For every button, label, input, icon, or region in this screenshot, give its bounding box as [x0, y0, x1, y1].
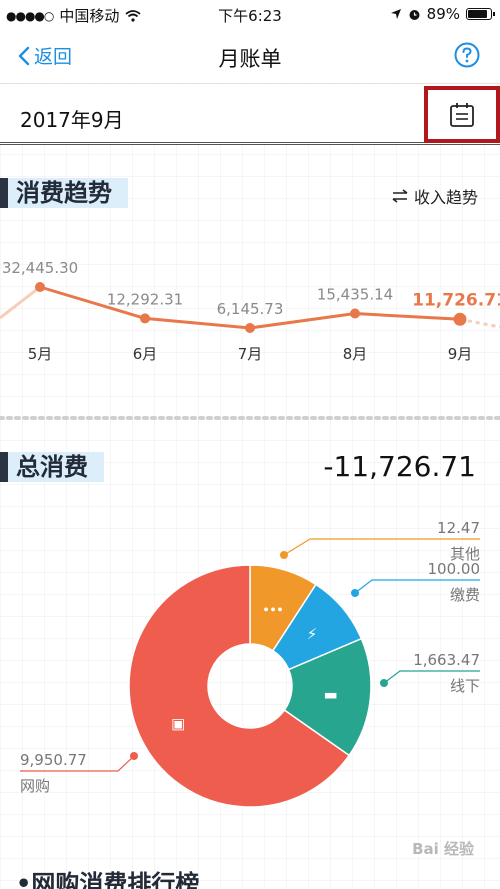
page-title: 月账单 — [218, 47, 282, 71]
battery-percent: 89% — [426, 5, 460, 23]
slice-value-label: 12.47 — [437, 519, 480, 537]
nav-bar: 返回 月账单 — [0, 30, 500, 84]
slice-name-label: 网购 — [20, 777, 50, 795]
section-marker — [0, 452, 8, 482]
ranking-section-title: •网购消费排行榜 — [16, 864, 199, 889]
trend-section-title: 消费趋势 — [8, 178, 128, 208]
total-section-header: 总消费 — [0, 452, 104, 482]
trend-point — [453, 312, 467, 326]
trend-point — [35, 282, 45, 292]
slice-value-label: 9,950.77 — [20, 751, 87, 769]
trend-point — [350, 308, 360, 319]
month-label: 2017年9月 — [20, 108, 124, 132]
slice-value-label: 1,663.47 — [413, 651, 480, 669]
shopping-bag-icon-glyph: ▣ — [171, 714, 185, 732]
month-selector: 2017年9月 — [0, 85, 500, 145]
trend-value-label: 15,435.14 — [317, 286, 393, 304]
trend-value-label: 12,292.31 — [107, 290, 183, 308]
watermark: Bai 经验 — [412, 840, 474, 858]
water-drop-bolt-icon-glyph: ⚡ — [307, 625, 318, 643]
help-button[interactable] — [454, 42, 480, 72]
calendar-button[interactable] — [424, 86, 500, 143]
callout-dot — [351, 589, 359, 597]
trend-category-label: 8月 — [343, 345, 368, 363]
trend-category-label: 7月 — [238, 345, 263, 363]
status-bar: ●●●●○ 中国移动 下午6:23 89% — [0, 0, 500, 30]
calendar-icon — [450, 102, 474, 127]
swap-arrows-icon — [392, 189, 408, 203]
slice-name-label: 缴费 — [450, 586, 480, 604]
total-section-title: 总消费 — [8, 452, 104, 482]
callout-dot — [380, 679, 388, 687]
trend-category-label: 6月 — [133, 345, 158, 363]
more-dots-icon-glyph: ••• — [262, 603, 283, 616]
slice-value-label: 100.00 — [428, 560, 481, 578]
section-marker — [0, 178, 8, 208]
battery-icon — [466, 8, 495, 20]
storefront-icon-glyph: ▬ — [323, 685, 337, 703]
trend-point — [140, 313, 150, 324]
location-arrow-icon — [390, 9, 401, 19]
trend-category-label: 5月 — [28, 345, 53, 363]
total-amount: -11,726.71 — [323, 450, 476, 483]
question-circle-icon — [454, 42, 480, 68]
callout-dot — [130, 752, 138, 760]
trend-fade-left — [0, 285, 41, 320]
trend-section-header: 消费趋势 — [0, 178, 128, 208]
trend-line-chart: 32,445.30 5月 12,292.31 6月 6,145.73 7月 15,435.1… — [0, 259, 500, 363]
alarm-clock-icon — [409, 9, 420, 20]
trend-point — [245, 323, 255, 333]
trend-value-label: 11,726.71 — [412, 290, 500, 310]
callout-dot — [280, 551, 288, 559]
trend-category-label: 9月 — [448, 345, 473, 363]
trend-value-label: 6,145.73 — [217, 300, 284, 318]
ranking-title-text: 网购消费排行榜 — [31, 869, 200, 889]
income-trend-label: 收入趋势 — [413, 188, 478, 207]
slice-name-label: 线下 — [450, 677, 480, 695]
trend-value-label: 32,445.30 — [2, 259, 78, 277]
spending-donut-chart: •••⚡▬▣12.47其他100.00缴费1,663.47线下9,950.77网… — [20, 519, 481, 808]
income-trend-toggle[interactable]: 收入趋势 — [392, 184, 478, 208]
section-divider — [0, 416, 500, 420]
